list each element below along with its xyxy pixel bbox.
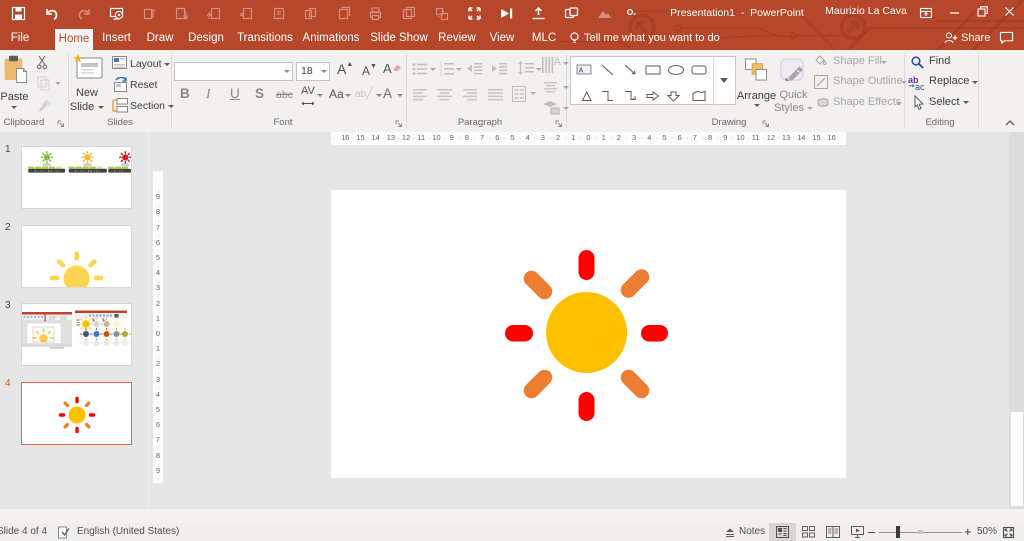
svg-text:A: A: [579, 68, 584, 75]
svg-text:ac: ac: [915, 82, 925, 91]
svg-text:A: A: [554, 56, 562, 68]
svg-text:3: 3: [440, 72, 443, 78]
